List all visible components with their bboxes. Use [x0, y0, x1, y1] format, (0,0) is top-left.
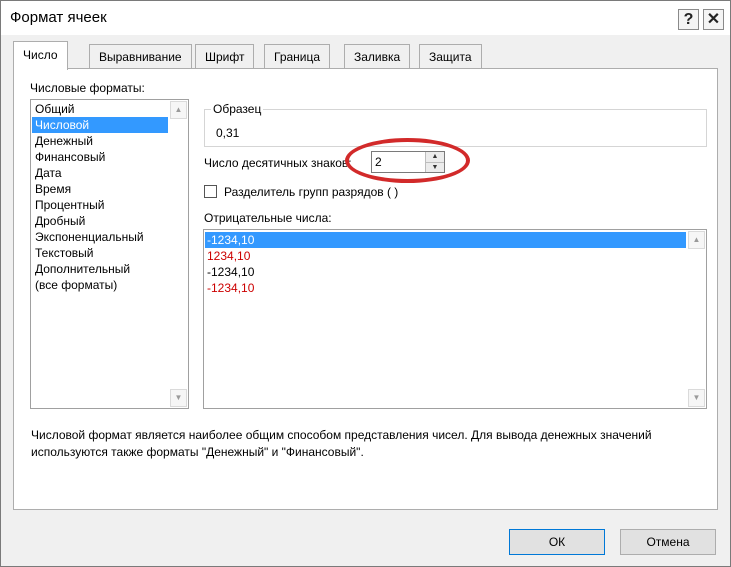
- list-item[interactable]: Время: [32, 181, 168, 197]
- scroll-down-icon[interactable]: ▼: [688, 389, 705, 407]
- list-item[interactable]: Дата: [32, 165, 168, 181]
- negative-numbers-list[interactable]: -1234,10 1234,10 -1234,10 -1234,10 ▲ ▼: [203, 229, 707, 409]
- number-tab-panel: Числовые форматы: Общий Числовой Денежны…: [13, 68, 718, 510]
- list-item[interactable]: -1234,10: [205, 232, 686, 248]
- tab-font[interactable]: Шрифт: [195, 44, 255, 69]
- decimals-value[interactable]: 2: [375, 155, 382, 169]
- format-category-list[interactable]: Общий Числовой Денежный Финансовый Дата …: [30, 99, 189, 409]
- close-icon: ✕: [706, 11, 721, 28]
- list-item[interactable]: (все форматы): [32, 277, 168, 293]
- list-item[interactable]: Текстовый: [32, 245, 168, 261]
- list-item[interactable]: Денежный: [32, 133, 168, 149]
- decimals-stepper[interactable]: 2 ▲ ▼: [371, 151, 445, 173]
- list-item[interactable]: Финансовый: [32, 149, 168, 165]
- cancel-button[interactable]: Отмена: [620, 529, 716, 555]
- scroll-down-icon[interactable]: ▼: [170, 389, 187, 407]
- list-item[interactable]: 1234,10: [205, 248, 686, 264]
- format-cells-dialog: Формат ячеек ? ✕ Число Выравнивание Шриф…: [0, 0, 731, 567]
- format-list-scrollbar[interactable]: ▲ ▼: [169, 100, 188, 408]
- list-item[interactable]: Дробный: [32, 213, 168, 229]
- sample-label: Образец: [211, 102, 264, 116]
- tab-fill[interactable]: Заливка: [344, 44, 411, 69]
- title-bar: Формат ячеек ? ✕: [1, 1, 730, 35]
- list-item[interactable]: Дополнительный: [32, 261, 168, 277]
- sample-value: 0,31: [216, 126, 240, 140]
- formats-label: Числовые форматы:: [30, 81, 145, 95]
- tab-protection[interactable]: Защита: [419, 44, 482, 69]
- help-button[interactable]: ?: [678, 9, 699, 30]
- negative-list-scrollbar[interactable]: ▲ ▼: [687, 230, 706, 408]
- list-item[interactable]: Общий: [32, 101, 168, 117]
- description-line-1: Числовой формат является наиболее общим …: [31, 428, 652, 442]
- scroll-up-icon[interactable]: ▲: [170, 101, 187, 119]
- tab-number[interactable]: Число: [13, 41, 68, 70]
- decimals-label: Число десятичных знаков:: [204, 156, 352, 170]
- list-item[interactable]: Числовой: [32, 117, 168, 133]
- tab-alignment[interactable]: Выравнивание: [89, 44, 192, 69]
- format-description: Числовой формат является наиболее общим …: [31, 427, 701, 461]
- tab-border[interactable]: Граница: [264, 44, 331, 69]
- list-item[interactable]: -1234,10: [205, 264, 686, 280]
- scroll-up-icon[interactable]: ▲: [688, 231, 705, 249]
- negative-numbers-label: Отрицательные числа:: [204, 211, 332, 225]
- thousands-separator-checkbox[interactable]: [204, 185, 217, 198]
- list-item[interactable]: Экспоненциальный: [32, 229, 168, 245]
- description-line-2: используются также форматы "Денежный" и …: [31, 445, 364, 459]
- dialog-title: Формат ячеек: [10, 9, 107, 26]
- list-item[interactable]: Процентный: [32, 197, 168, 213]
- spin-down-icon[interactable]: ▼: [425, 162, 444, 172]
- close-button[interactable]: ✕: [703, 9, 724, 30]
- sample-group: Образец 0,31: [204, 102, 707, 147]
- thousands-separator-label[interactable]: Разделитель групп разрядов ( ): [224, 185, 398, 199]
- list-item[interactable]: -1234,10: [205, 280, 686, 296]
- spin-up-icon[interactable]: ▲: [425, 152, 444, 162]
- ok-button[interactable]: ОК: [509, 529, 605, 555]
